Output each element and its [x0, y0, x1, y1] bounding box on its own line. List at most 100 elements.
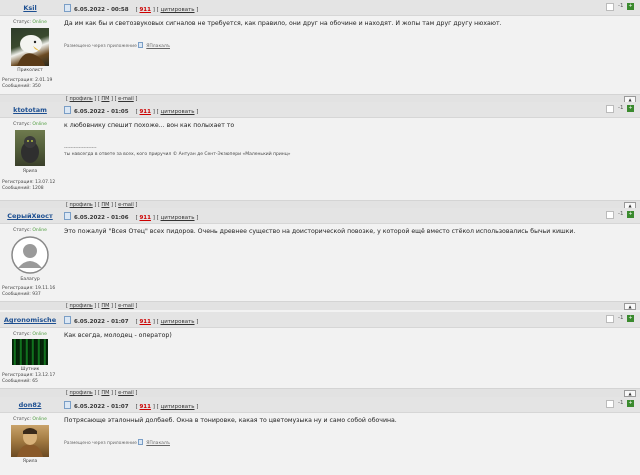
post-content: Потрясающе эталонный долбаеб. Окна в тон… — [64, 417, 397, 424]
rating-checkbox[interactable] — [606, 105, 614, 113]
email-link[interactable]: e-mail — [118, 390, 134, 396]
avatar[interactable] — [15, 130, 45, 166]
post-content: Как всегда, молодец - оператор) — [64, 332, 172, 339]
post-info: 6.05.2022 - 00:58 [ 911 ] [ цитировать ] — [64, 4, 198, 13]
scroll-top-icon[interactable]: ▲ — [624, 390, 636, 397]
user-rank: Ярила — [22, 459, 38, 464]
user-status: Статус: Online — [13, 417, 47, 422]
post-number[interactable]: 911 — [139, 404, 150, 410]
avatar[interactable] — [12, 339, 48, 365]
post-rating: -1 + — [606, 3, 636, 12]
forum-post: don82 6.05.2022 - 01:07 [ 911 ] [ цитиро… — [0, 397, 640, 475]
app-icon — [138, 42, 144, 48]
post-content: Да им как бы и светозвуковых сигналов не… — [64, 20, 502, 27]
post-date: 6.05.2022 - 01:06 — [74, 215, 129, 221]
default-avatar-icon — [11, 236, 49, 274]
post-date: 6.05.2022 - 00:58 — [74, 7, 129, 13]
post-rating: -1 + — [606, 105, 636, 114]
rating-plus-icon[interactable]: + — [627, 400, 634, 407]
quote-link[interactable]: цитировать — [161, 404, 195, 410]
user-rank: Балагур — [20, 277, 40, 282]
forum-post: ktototam 6.05.2022 - 01:05 [ 911 ] [ цит… — [0, 102, 640, 209]
app-link[interactable]: ЯПлакалъ — [146, 441, 170, 446]
avatar[interactable] — [11, 425, 49, 457]
quote-link[interactable]: цитировать — [161, 319, 195, 325]
post-content: к любовнику спешит похоже... вон как пол… — [64, 122, 235, 129]
post-info: 6.05.2022 - 01:05 [ 911 ] [ цитировать ] — [64, 106, 198, 115]
pm-link[interactable]: ПМ — [101, 303, 109, 309]
rating-checkbox[interactable] — [606, 400, 614, 408]
post-link-icon[interactable] — [64, 106, 71, 114]
app-note: Размещено через приложение ЯПлакалъ — [64, 42, 170, 49]
rating-value: -1 — [618, 400, 624, 406]
scroll-top-icon[interactable]: ▲ — [624, 303, 636, 310]
post-date: 6.05.2022 - 01:07 — [74, 319, 129, 325]
user-rank: Шутник — [20, 367, 40, 372]
post-rating: -1 + — [606, 400, 636, 409]
post-date: 6.05.2022 - 01:07 — [74, 404, 129, 410]
post-header: don82 6.05.2022 - 01:07 [ 911 ] [ цитиро… — [0, 397, 640, 413]
rating-checkbox[interactable] — [606, 211, 614, 219]
post-footer: [ профиль ] [ ПМ ] [ e-mail ] ▲ — [0, 388, 640, 397]
profile-link[interactable]: профиль — [70, 390, 93, 396]
post-header: Ksil 6.05.2022 - 00:58 [ 911 ] [ цитиров… — [0, 0, 640, 16]
quote-link[interactable]: цитировать — [161, 215, 195, 221]
user-reg-info: Регистрация: 13.07.12 Сообщений: 1208 — [2, 180, 56, 191]
post-info: 6.05.2022 - 01:07 [ 911 ] [ цитировать ] — [64, 316, 198, 325]
rating-plus-icon[interactable]: + — [627, 211, 634, 218]
post-link-icon[interactable] — [64, 4, 71, 12]
post-footer: [ профиль ] [ ПМ ] [ e-mail ] ▲ — [0, 301, 640, 310]
rating-value: -1 — [618, 3, 624, 9]
user-reg-info: Регистрация: 2.01.19 Сообщений: 350 — [2, 78, 53, 89]
post-link-icon[interactable] — [64, 212, 71, 220]
user-status: Статус: Online — [13, 122, 47, 127]
rating-checkbox[interactable] — [606, 315, 614, 323]
email-link[interactable]: e-mail — [118, 303, 134, 309]
rating-value: -1 — [618, 315, 624, 321]
post-link-icon[interactable] — [64, 316, 71, 324]
app-link[interactable]: ЯПлакалъ — [146, 44, 170, 49]
post-content: Это пожалуй "Всея Отец" всех пидоров. Оч… — [64, 228, 576, 235]
post-rating: -1 + — [606, 211, 636, 220]
app-icon — [138, 439, 144, 445]
username-link[interactable]: Agronomische — [0, 316, 60, 324]
quote-link[interactable]: цитировать — [161, 7, 195, 13]
post-number[interactable]: 911 — [139, 109, 150, 115]
username-link[interactable]: ktototam — [0, 106, 60, 114]
post-header: ktototam 6.05.2022 - 01:05 [ 911 ] [ цит… — [0, 102, 640, 118]
post-link-icon[interactable] — [64, 401, 71, 409]
quote-link[interactable]: цитировать — [161, 109, 195, 115]
username-link[interactable]: don82 — [0, 401, 60, 409]
pm-link[interactable]: ПМ — [101, 390, 109, 396]
user-rank: Ярила — [22, 169, 38, 174]
rating-plus-icon[interactable]: + — [627, 3, 634, 10]
post-header: Agronomische 6.05.2022 - 01:07 [ 911 ] [… — [0, 312, 640, 328]
rating-plus-icon[interactable]: + — [627, 105, 634, 112]
user-status: Статус: Online — [13, 228, 47, 233]
user-reg-info: Регистрация: 19.11.16 Сообщений: 937 — [2, 286, 56, 297]
post-info: 6.05.2022 - 01:06 [ 911 ] [ цитировать ] — [64, 212, 198, 221]
rating-checkbox[interactable] — [606, 3, 614, 11]
profile-link[interactable]: профиль — [70, 303, 93, 309]
post-number[interactable]: 911 — [139, 7, 150, 13]
forum-post: СерыйХвост 6.05.2022 - 01:06 [ 911 ] [ ц… — [0, 208, 640, 312]
rating-value: -1 — [618, 105, 624, 111]
rating-plus-icon[interactable]: + — [627, 315, 634, 322]
signature: -------------------- ты навсегда в ответ… — [64, 146, 291, 157]
avatar[interactable] — [11, 28, 49, 66]
user-status: Статус: Online — [13, 332, 47, 337]
username-link[interactable]: Ksil — [0, 4, 60, 12]
app-note: Размещено через приложение ЯПлакалъ — [64, 439, 170, 446]
forum-post: Agronomische 6.05.2022 - 01:07 [ 911 ] [… — [0, 312, 640, 397]
user-rank: Приколист — [17, 68, 43, 73]
avatar[interactable] — [11, 236, 49, 274]
forum-post: Ksil 6.05.2022 - 00:58 [ 911 ] [ цитиров… — [0, 0, 640, 103]
post-date: 6.05.2022 - 01:05 — [74, 109, 129, 115]
username-link[interactable]: СерыйХвост — [0, 212, 60, 220]
post-number[interactable]: 911 — [139, 215, 150, 221]
post-number[interactable]: 911 — [139, 319, 150, 325]
post-info: 6.05.2022 - 01:07 [ 911 ] [ цитировать ] — [64, 401, 198, 410]
post-rating: -1 + — [606, 315, 636, 324]
post-header: СерыйХвост 6.05.2022 - 01:06 [ 911 ] [ ц… — [0, 208, 640, 224]
user-status: Статус: Online — [13, 20, 47, 25]
